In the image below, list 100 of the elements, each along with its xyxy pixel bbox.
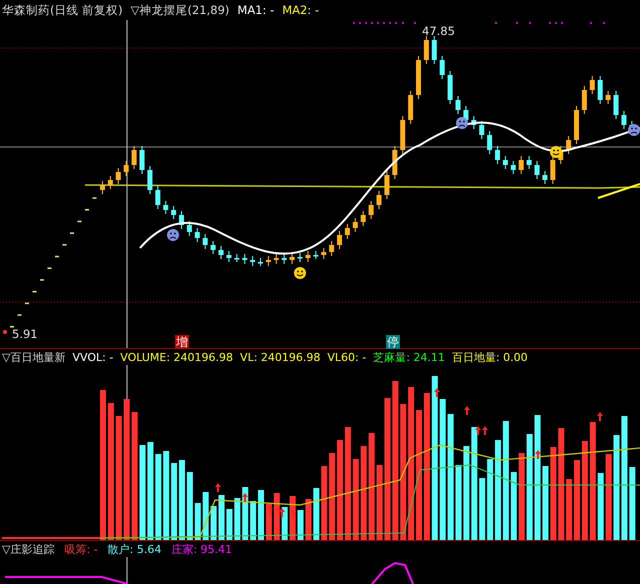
high-price-label: 47.85 [422,24,455,38]
candlestick [416,56,421,100]
candlestick [614,90,618,120]
candlestick [518,156,524,174]
candlestick [202,234,208,250]
volume-bar [566,479,572,540]
legend-label: 吸筹: - [64,542,98,556]
volume-bar [510,472,517,540]
candlestick [376,190,382,210]
candlestick [218,246,224,260]
candlestick [210,240,216,254]
smiley-icon [550,146,562,158]
candlestick [226,250,232,262]
candlestick [400,116,406,154]
candlestick [171,206,176,220]
up-arrow-icon [597,412,603,421]
volume-bar [186,472,193,540]
signal-marker: 停 [386,335,400,349]
up-arrow-icon [464,406,470,415]
candlestick [606,90,611,104]
volume-bar [218,495,224,540]
legend-label: VL60: - [327,350,366,364]
candlestick [290,252,295,264]
candlestick [352,218,358,232]
candlestick [526,156,532,170]
trend-line [598,183,640,199]
candlestick [368,200,374,220]
legend-label: 芝麻量: 24.11 [373,350,445,364]
candlestick [116,168,121,184]
volume-bar [250,501,256,540]
candlestick [424,36,429,64]
candlestick [305,250,310,262]
volume-bar [194,503,201,540]
candlestick [329,240,334,256]
candlestick [337,230,342,250]
candlestick [621,110,626,130]
candlestick [313,250,318,260]
volume-bar [274,493,280,540]
candlestick [298,252,302,262]
signal-marker: 增 [175,335,189,349]
volume-bar [226,509,232,540]
candlestick [266,256,271,266]
candlestick [574,106,579,144]
candlestick [321,248,326,260]
low-price-label: 5.91 [12,327,38,341]
candlestick [456,96,460,114]
volume-bar [210,506,217,540]
candlestick [471,116,476,130]
legend-label: VVOL: - [72,350,114,364]
candlestick [510,160,516,174]
candlestick [542,170,548,184]
candlestick [392,146,398,180]
candlestick [194,228,200,242]
low-point-icon [3,330,7,334]
candlestick [502,156,508,170]
candlestick [344,224,350,240]
volume-bar [258,490,264,540]
volume-bar [305,499,312,540]
volume-bar [479,478,486,540]
smiley-icon [294,267,306,279]
candlestick [155,186,160,210]
candlestick [186,220,192,236]
candlestick [432,36,437,64]
candlestick [534,160,540,180]
candlestick [140,146,144,174]
candlestick [550,156,556,184]
legend-label: 百日地量: 0.00 [452,350,528,364]
legend-label: VOLUME: 240196.98 [120,350,234,364]
up-arrow-icon [535,450,541,459]
candlestick [408,90,414,124]
candlestick [566,136,572,154]
candlestick [360,210,366,226]
candlestick [124,160,129,176]
candlestick [147,166,152,194]
legend-label: MA1: - [237,3,274,17]
candlestick [242,254,248,264]
up-arrow-icon [242,493,248,502]
candlestick [163,200,168,214]
dealer-line [371,562,414,584]
candlestick [440,56,445,80]
legend-label: 庄家: 95.41 [171,542,232,556]
indicator-label: ▽神龙摆尾(21,89) [130,2,230,18]
volume-bar [202,492,209,540]
candlestick [258,258,263,266]
candlestick [179,210,184,230]
panel-title: 华森制药(日线 前复权) [2,2,123,18]
candlestick [132,146,137,170]
volume-bar [313,488,320,540]
candlestick [495,146,500,164]
candlestick [234,254,240,262]
candlestick [590,76,595,94]
sad-face-icon [456,117,468,129]
candlestick [448,70,453,104]
candlestick [250,256,256,266]
crosshair-line [126,557,128,584]
legend-label: VL: 240196.98 [240,350,320,364]
candlestick [582,86,587,114]
candlestick [108,176,113,190]
panel-title: ▽百日地量新 [2,350,66,364]
candlestick [598,76,603,104]
